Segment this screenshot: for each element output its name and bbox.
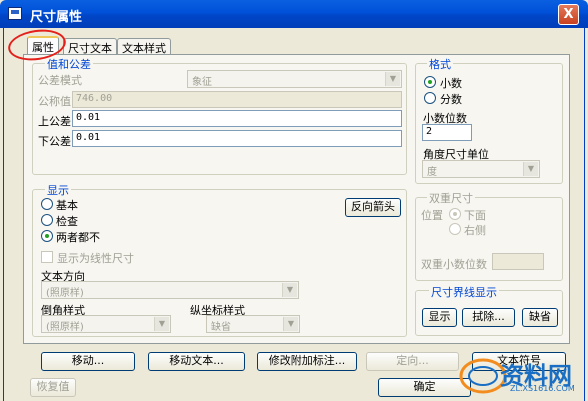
chevron-down-icon: ▼ — [385, 72, 400, 86]
upper-tolerance-field[interactable]: 0.01 — [72, 110, 402, 127]
angle-unit-select[interactable]: 度 ▼ — [422, 160, 540, 178]
modify-attachment-button[interactable]: 修改附加标注... — [257, 352, 357, 371]
text-direction-select[interactable]: (照原样) ▼ — [41, 281, 299, 299]
flip-arrows-button[interactable]: 反向箭头 — [345, 198, 401, 217]
values-tolerances-label: 值和公差 — [45, 56, 93, 72]
tab-dimension-text[interactable]: 尺寸文本 — [63, 38, 117, 55]
linear-checkbox-label: 显示为线性尺寸 — [57, 252, 134, 265]
window-title: 尺寸属性 — [30, 10, 83, 25]
angle-unit-value: 度 — [427, 167, 437, 178]
close-button[interactable]: X — [558, 4, 579, 25]
fraction-radio[interactable] — [424, 92, 436, 104]
chamfer-style-value: (照原样) — [46, 322, 84, 333]
text-direction-value: (照原样) — [46, 288, 84, 299]
restore-values-button[interactable]: 恢复值 — [30, 378, 76, 397]
dual-decimals-field[interactable] — [492, 253, 544, 270]
orient-button[interactable]: 定向... — [366, 352, 459, 371]
neither-label: 两者都不 — [56, 231, 100, 244]
move-text-button[interactable]: 移动文本... — [148, 352, 245, 371]
watermark-url: ZL.XS1616.COM — [510, 384, 575, 393]
decimal-places-field[interactable]: 2 — [422, 124, 472, 141]
chamfer-style-select[interactable]: (照原样) ▼ — [41, 315, 171, 333]
linear-checkbox[interactable] — [41, 251, 53, 263]
tolerance-mode-label: 公差模式 — [38, 74, 82, 87]
format-label: 格式 — [427, 56, 453, 72]
witness-show-button[interactable]: 显示 — [422, 308, 457, 327]
witness-line-label: 尺寸界线显示 — [429, 284, 499, 300]
window-icon — [8, 7, 22, 20]
neither-radio[interactable] — [41, 230, 53, 242]
ordinate-style-value: 缺省 — [211, 322, 231, 333]
decimal-label: 小数 — [440, 77, 462, 90]
below-label: 下面 — [464, 209, 486, 222]
nominal-field[interactable]: 746.00 — [72, 91, 402, 108]
position-label: 位置 — [421, 209, 443, 222]
chevron-down-icon: ▼ — [283, 317, 298, 331]
ordinate-style-select[interactable]: 缺省 ▼ — [206, 315, 300, 333]
fraction-label: 分数 — [440, 93, 462, 106]
inspection-label: 检查 — [56, 215, 78, 228]
chevron-down-icon: ▼ — [282, 283, 297, 297]
decimal-radio[interactable] — [424, 76, 436, 88]
tolerance-mode-value: 象征 — [192, 77, 212, 88]
nominal-label: 公称值 — [38, 95, 71, 108]
below-radio[interactable] — [449, 208, 461, 220]
basic-label: 基本 — [56, 199, 78, 212]
right-label: 右侧 — [464, 224, 486, 237]
tolerance-mode-select[interactable]: 象征 ▼ — [187, 70, 402, 88]
witness-default-button[interactable]: 缺省 — [522, 308, 558, 327]
display-label: 显示 — [45, 182, 71, 198]
dual-dimension-label: 双重尺寸 — [427, 190, 475, 206]
title-bar: 尺寸属性 — [0, 0, 588, 28]
lower-tolerance-field[interactable]: 0.01 — [72, 130, 402, 147]
right-radio[interactable] — [449, 223, 461, 235]
move-button[interactable]: 移动... — [41, 352, 135, 371]
lower-tolerance-label: 下公差 — [38, 135, 71, 148]
chevron-down-icon: ▼ — [154, 317, 169, 331]
dual-decimals-label: 双重小数位数 — [421, 258, 487, 271]
tab-text-style[interactable]: 文本样式 — [117, 38, 171, 55]
upper-tolerance-label: 上公差 — [38, 115, 71, 128]
witness-erase-button[interactable]: 拭除... — [462, 308, 515, 327]
inspection-radio[interactable] — [41, 214, 53, 226]
basic-radio[interactable] — [41, 198, 53, 210]
chevron-down-icon: ▼ — [523, 162, 538, 176]
